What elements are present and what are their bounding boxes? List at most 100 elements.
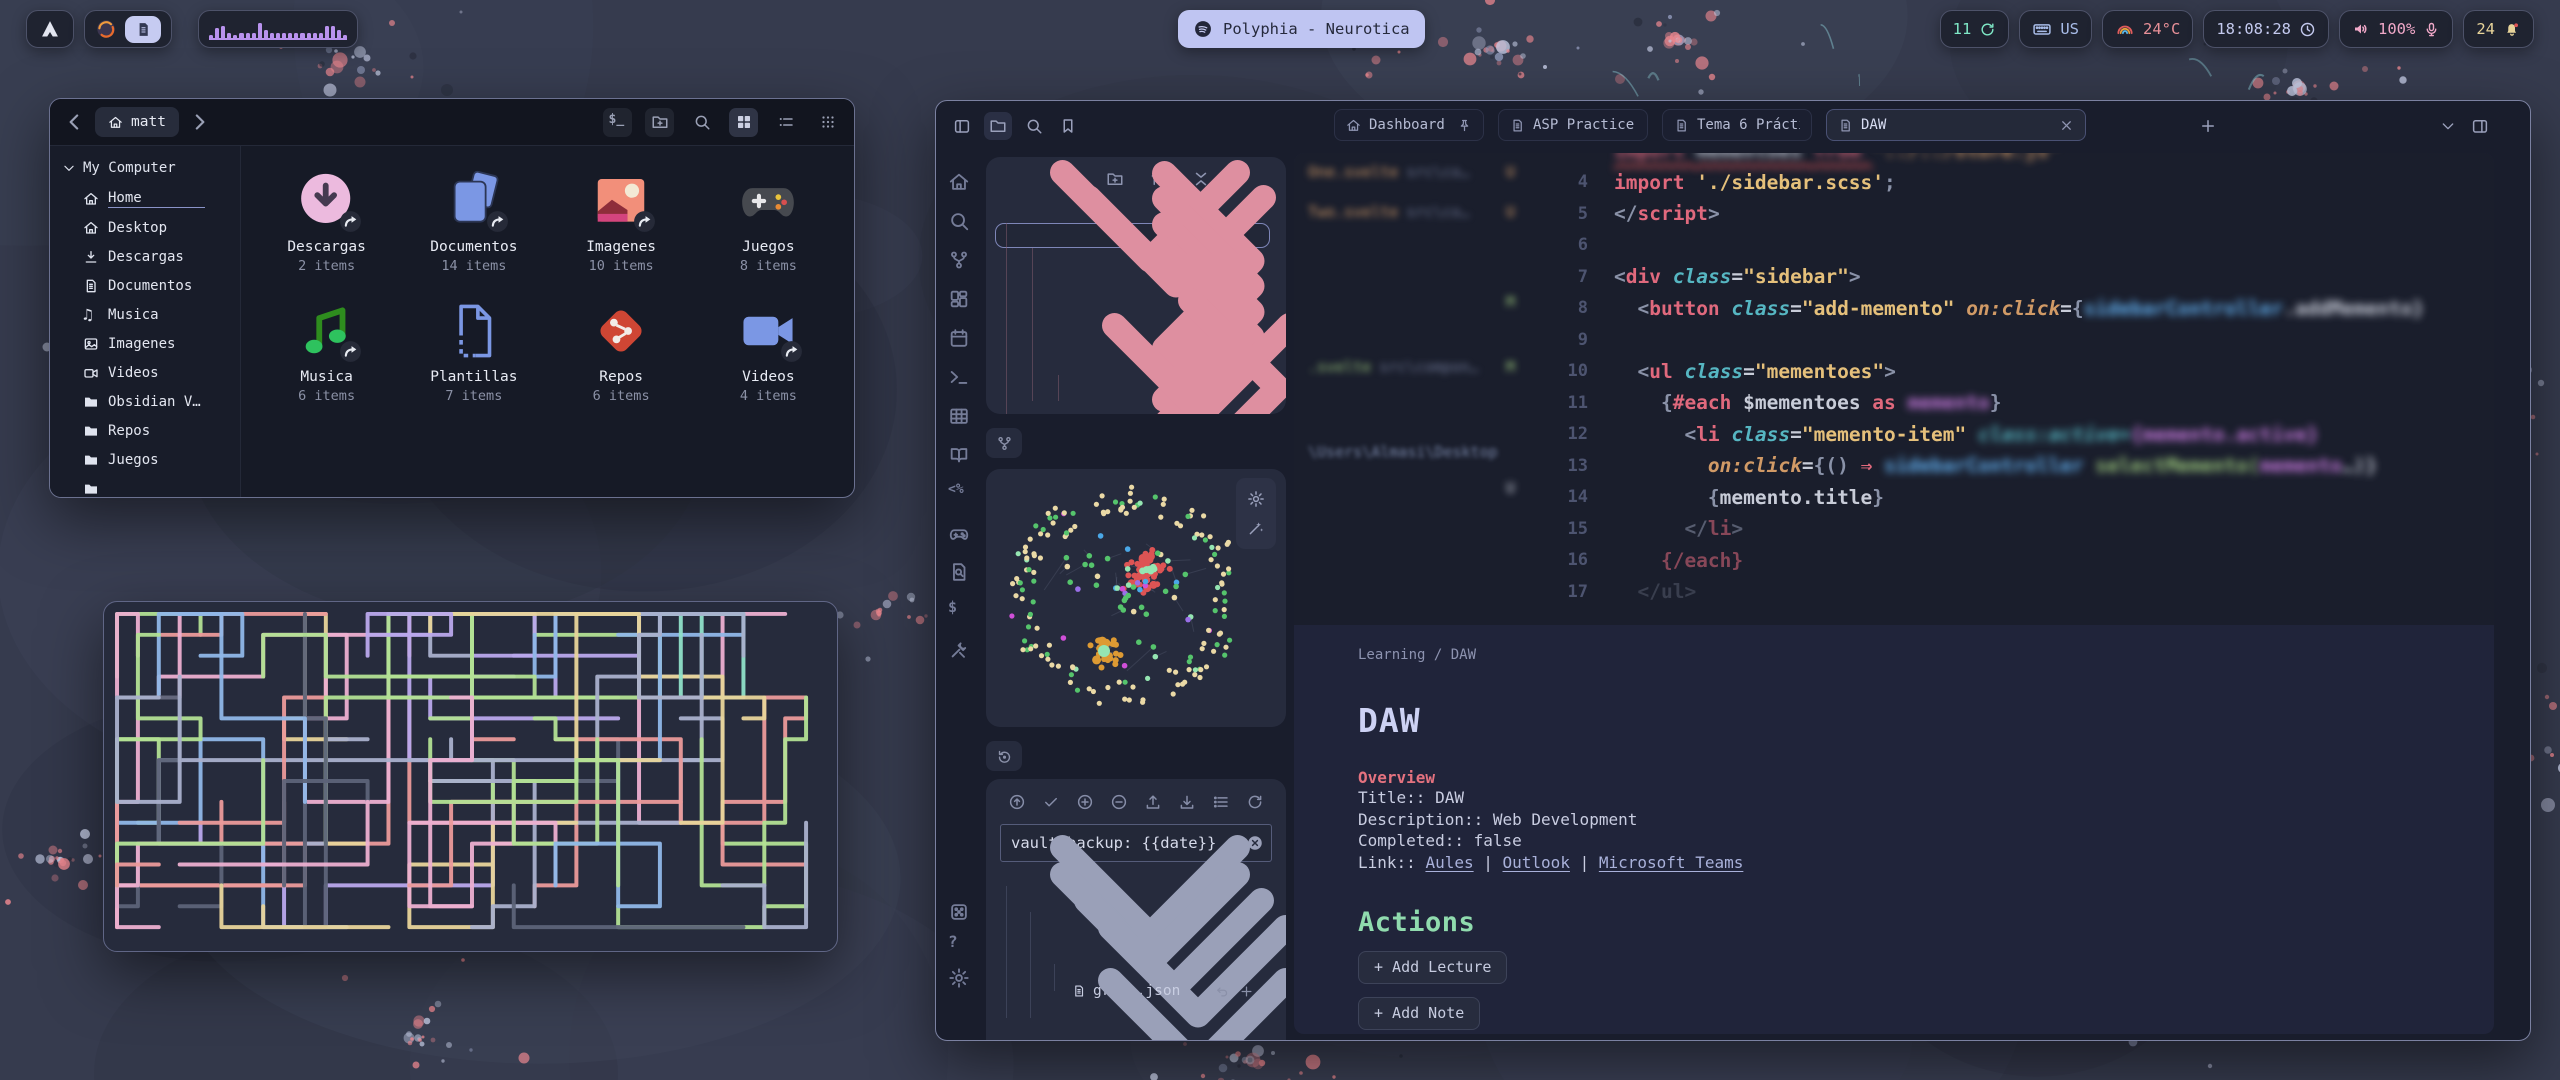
forward-button[interactable] [186, 109, 212, 135]
notifications-widget[interactable]: 24 [2463, 10, 2534, 48]
sidebar-item-hidden[interactable] [50, 474, 240, 498]
code-token: selectMemento( [2095, 454, 2259, 477]
view-list-button[interactable] [771, 108, 800, 137]
keyboard-layout-widget[interactable]: US [2019, 10, 2092, 48]
sidebar-item-videos[interactable]: Videos [50, 358, 240, 387]
close-tab-icon[interactable] [2059, 118, 2074, 133]
ribbon-gear-button[interactable] [948, 967, 970, 989]
property-line: Description:: Web Development [1358, 809, 2438, 831]
sidebar-item-obsidian-v-[interactable]: Obsidian V… [50, 387, 240, 416]
view-grid-button[interactable] [729, 108, 758, 137]
volume-widget[interactable]: 100% [2339, 10, 2453, 48]
line-number: 16 [1544, 550, 1588, 570]
files-tab-button[interactable] [984, 112, 1012, 140]
link-outlook[interactable]: Outlook [1503, 853, 1570, 872]
folder-descargas[interactable]: Descargas2 items [253, 170, 400, 274]
ribbon-home-button[interactable] [948, 171, 970, 193]
file-manager-toolbar[interactable]: matt $_ [50, 99, 854, 146]
big-downloads [296, 170, 358, 232]
sidebar-item-label: Imagenes [108, 336, 175, 352]
firefox-workspace-icon[interactable] [95, 18, 117, 40]
sidebar-item-musica[interactable]: ♫Musica [50, 300, 240, 329]
ribbon-layout-grid-button[interactable] [948, 288, 970, 310]
action-button--add-lecture[interactable]: + Add Lecture [1358, 951, 1507, 984]
ribbon-help-button[interactable]: ? [948, 934, 970, 956]
action-button--add-note[interactable]: + Add Note [1358, 997, 1480, 1030]
active-workspace-pill[interactable] [125, 16, 161, 43]
updates-widget[interactable]: 11 [1940, 10, 2010, 48]
ribbon-calendar-button[interactable] [948, 327, 970, 349]
sidebar-item-descargas[interactable]: Descargas [50, 242, 240, 271]
launcher-button[interactable] [26, 10, 74, 48]
folder-documentos[interactable]: Documentos14 items [400, 170, 547, 274]
folder-juegos[interactable]: Juegos8 items [695, 170, 842, 274]
tab-dashboard[interactable]: Dashboard [1334, 109, 1484, 141]
shortcut-overlay-icon [779, 339, 804, 364]
folder-repos[interactable]: Repos6 items [548, 300, 695, 404]
ribbon-table-button[interactable] [948, 405, 970, 427]
property-line: Title:: DAW [1358, 787, 2438, 809]
ribbon-dice-button[interactable] [948, 901, 970, 923]
code-token: sidebarController [2084, 297, 2284, 320]
graph-filter-button[interactable] [1247, 519, 1265, 537]
line-number: 8 [1544, 298, 1588, 318]
sidebar-item-imagenes[interactable]: Imagenes [50, 329, 240, 358]
code-token: {() [1814, 454, 1861, 477]
workspaces[interactable] [84, 10, 172, 48]
open-terminal-button[interactable]: $_ [603, 108, 632, 137]
cava-bar [227, 33, 231, 40]
sidebar-item-documentos[interactable]: Documentos [50, 271, 240, 300]
code-token: = [1802, 454, 1814, 477]
link-aules[interactable]: Aules [1425, 853, 1473, 872]
cava-bar [319, 33, 323, 40]
weather-widget[interactable]: 24°C [2102, 10, 2193, 48]
breadcrumb[interactable]: matt [95, 107, 179, 137]
sidebar-item-repos[interactable]: Repos [50, 416, 240, 445]
media-widget[interactable]: Polyphia - Neurotica [1178, 10, 1425, 48]
git-row-learning-daw-exams[interactable]: Learning/DAW/Exams [986, 1005, 1286, 1032]
ribbon-search-button[interactable] [948, 210, 970, 232]
sidebar-item-desktop[interactable]: Desktop [50, 213, 240, 242]
tab-list-button[interactable] [2434, 112, 2462, 140]
toggle-right-sidebar-button[interactable] [2466, 112, 2494, 140]
back-button[interactable] [62, 109, 88, 135]
sidebar-item-home[interactable]: Home [50, 184, 240, 213]
new-tab-button[interactable] [2194, 112, 2222, 140]
tab-daw[interactable]: DAW [1826, 109, 2086, 141]
ribbon-terminal-button[interactable] [948, 366, 970, 388]
sidebar-header[interactable]: My Computer [50, 156, 240, 184]
ribbon-fork-button[interactable] [948, 249, 970, 271]
code-line: 12 <li class="memento-item" class:active… [1544, 419, 2494, 451]
action-buttons: + Add Lecture + Add Note [1358, 951, 2438, 1034]
folder-name: Musica [300, 369, 352, 385]
search-button[interactable] [687, 108, 716, 137]
tab-asp-practice-6[interactable]: ASP Practice 6 [1498, 109, 1648, 141]
folder-plantillas[interactable]: Plantillas7 items [400, 300, 547, 404]
link-microsoft-teams[interactable]: Microsoft Teams [1599, 853, 1744, 872]
graph-settings-button[interactable] [1247, 490, 1265, 508]
folder-fill-icon [83, 481, 99, 497]
new-folder-button[interactable] [645, 108, 674, 137]
tab-tema-6-pr-cticas-[interactable]: Tema 6 Prácticas -… [1662, 109, 1812, 141]
folder-count: 4 items [740, 388, 797, 404]
ribbon-gamepad-button[interactable] [948, 522, 970, 544]
folder-videos[interactable]: Videos4 items [695, 300, 842, 404]
folder-imagenes[interactable]: Imagenes10 items [548, 170, 695, 274]
search-tab-button[interactable] [1020, 112, 1048, 140]
clock-widget[interactable]: 18:08:28 [2203, 10, 2329, 48]
folder-musica[interactable]: Musica6 items [253, 300, 400, 404]
ribbon-tools-button[interactable] [948, 639, 970, 661]
git-view-tab-button[interactable] [986, 428, 1022, 458]
sidebar-item-juegos[interactable]: Juegos [50, 445, 240, 474]
history-tab-button[interactable] [986, 741, 1022, 771]
bookmarks-tab-button[interactable] [1054, 112, 1082, 140]
toggle-left-sidebar-button[interactable] [948, 112, 976, 140]
ribbon-doc-search-button[interactable] [948, 561, 970, 583]
view-compact-button[interactable] [813, 108, 842, 137]
ribbon-book-button[interactable] [948, 444, 970, 466]
code-token: class:active= [1978, 423, 2131, 446]
code-token: < [1614, 423, 1696, 446]
file-manager-sidebar: My Computer HomeDesktopDescargasDocument… [50, 146, 241, 498]
ribbon-dollar-button[interactable]: $ [948, 600, 970, 622]
ribbon-code-percent-button[interactable]: <% [948, 483, 970, 505]
